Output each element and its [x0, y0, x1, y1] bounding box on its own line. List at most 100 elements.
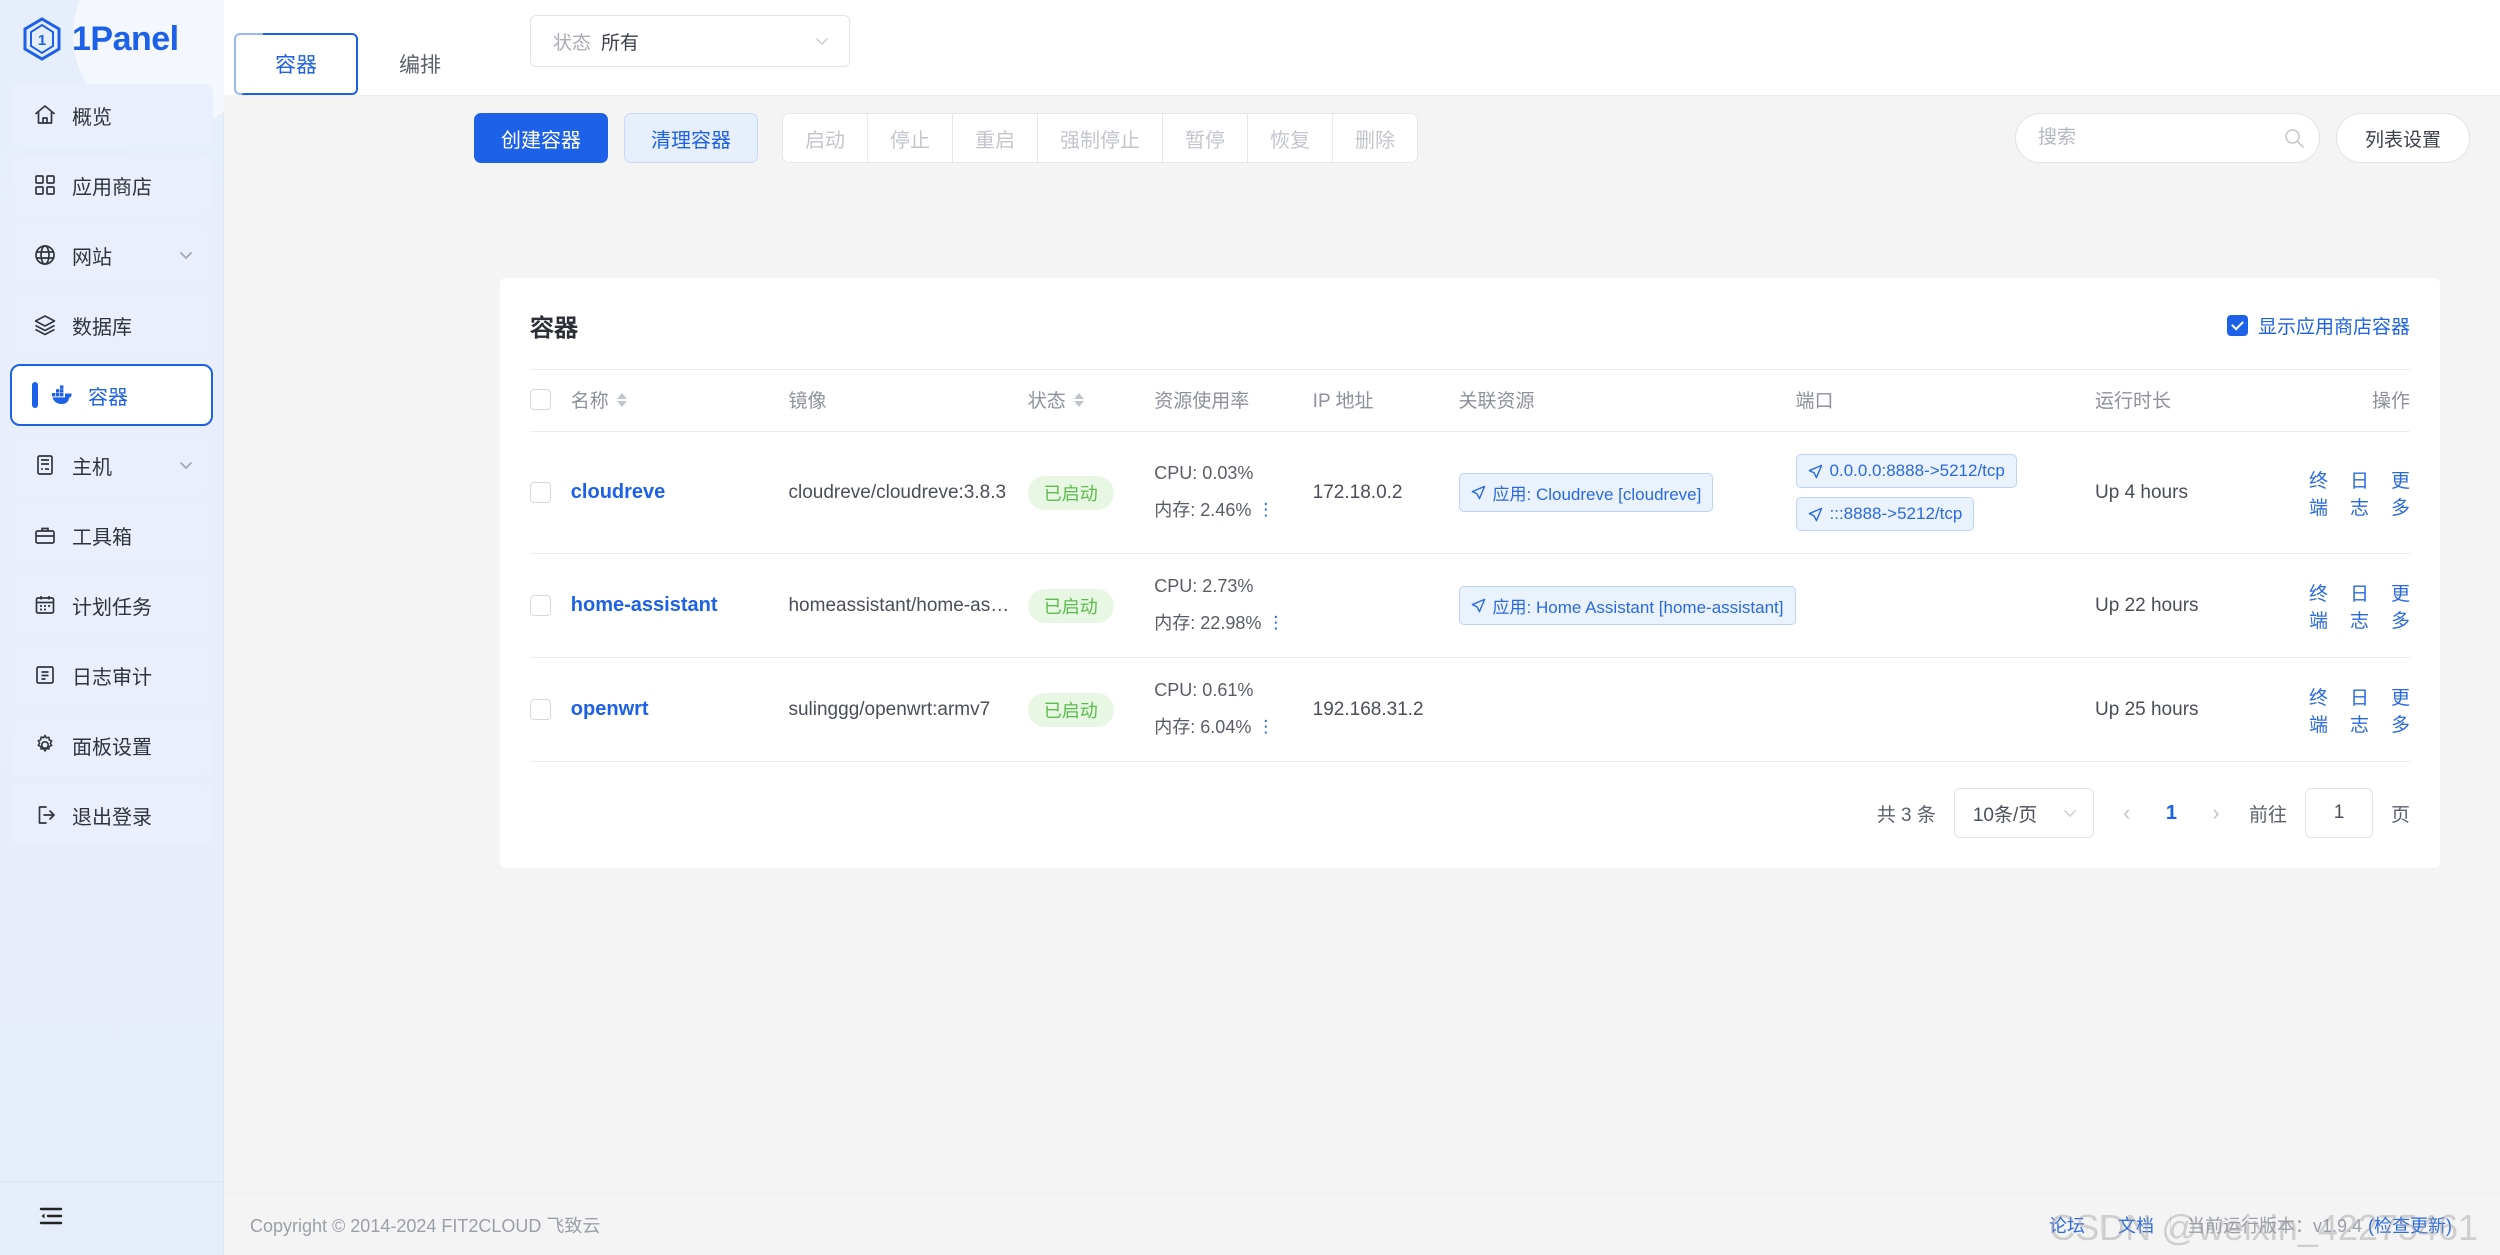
select-all-checkbox[interactable] — [530, 389, 551, 410]
resume-button[interactable]: 恢复 — [1247, 113, 1332, 163]
cell-resources: 应用: Cloudreve [cloudreve] — [1458, 431, 1796, 554]
sidebar-item-settings[interactable]: 面板设置 — [10, 714, 213, 776]
cell-name[interactable]: openwrt — [570, 657, 789, 762]
start-button[interactable]: 启动 — [782, 113, 867, 163]
sidebar-item-cron[interactable]: 计划任务 — [10, 574, 213, 636]
sidebar-item-website[interactable]: 网站 — [10, 224, 213, 286]
stop-button[interactable]: 停止 — [867, 113, 952, 163]
page-size-select[interactable]: 10条/页 — [1953, 788, 2094, 838]
resource-tag[interactable]: 应用: Home Assistant [home-assistant] — [1458, 586, 1796, 625]
more-link[interactable]: 更多 — [2391, 466, 2410, 520]
sidebar-item-container[interactable]: 容器 — [10, 364, 213, 426]
more-link[interactable]: 更多 — [2391, 683, 2410, 737]
row-checkbox[interactable] — [530, 699, 551, 720]
more-usage-icon[interactable]: ⋮ — [1257, 718, 1274, 735]
sidebar-item-label: 数据库 — [72, 316, 132, 339]
page-footer: Copyright © 2014-2024 FIT2CLOUD 飞致云 论坛 文… — [224, 1193, 2500, 1255]
clean-container-button[interactable]: 清理容器 — [624, 113, 758, 163]
port-tag[interactable]: 0.0.0.0:8888->5212/tcp — [1795, 454, 2017, 488]
logs-link[interactable]: 日志 — [2350, 683, 2369, 737]
th-name[interactable]: 名称 — [570, 369, 789, 432]
action-toolbar: 创建容器 清理容器 启动 停止 重启 强制停止 暂停 恢复 删除 搜索 列表设置 — [224, 96, 2500, 180]
cell-image: cloudreve/cloudreve:3.8.3 — [788, 431, 1028, 554]
resource-tag[interactable]: 应用: Cloudreve [cloudreve] — [1458, 473, 1714, 512]
container-table: 名称 镜像 状态 资源使用率 IP 地址 关联资源 端口 运行时长 操作 clo… — [530, 369, 2410, 762]
prev-page-button[interactable]: ‹ — [2112, 800, 2142, 826]
show-store-containers-toggle[interactable]: 显示应用商店容器 — [2226, 312, 2410, 339]
cell-name[interactable]: home-assistant — [570, 553, 789, 658]
sidebar-item-toolbox[interactable]: 工具箱 — [10, 504, 213, 566]
status-badge: 已启动 — [1027, 692, 1114, 727]
logs-link[interactable]: 日志 — [2350, 579, 2369, 633]
docs-link[interactable]: 文档 — [2102, 1212, 2170, 1238]
th-select-all[interactable] — [530, 369, 571, 432]
page-number-1[interactable]: 1 — [2160, 802, 2183, 825]
row-checkbox[interactable] — [530, 595, 551, 616]
logs-link[interactable]: 日志 — [2350, 466, 2369, 520]
status-filter-select[interactable]: 状态 所有 — [530, 15, 850, 67]
next-page-button[interactable]: › — [2201, 800, 2231, 826]
search-icon[interactable] — [2283, 127, 2305, 149]
forum-link[interactable]: 论坛 — [2033, 1212, 2101, 1238]
mem-usage: 内存: 22.98% — [1154, 613, 1262, 633]
sort-icon[interactable] — [1073, 392, 1084, 407]
sidebar-item-label: 计划任务 — [72, 596, 152, 619]
card-header: 容器 显示应用商店容器 — [530, 304, 2410, 369]
bulk-action-group: 启动 停止 重启 强制停止 暂停 恢复 删除 — [782, 113, 1418, 163]
chevron-down-icon — [177, 246, 195, 264]
chevron-down-icon — [813, 32, 831, 50]
sidebar-item-host[interactable]: 主机 — [10, 434, 213, 496]
create-container-button[interactable]: 创建容器 — [474, 113, 608, 163]
pause-button[interactable]: 暂停 — [1162, 113, 1247, 163]
sidebar-item-database[interactable]: 数据库 — [10, 294, 213, 356]
terminal-link[interactable]: 终端 — [2309, 466, 2328, 520]
goto-page-input[interactable] — [2304, 788, 2373, 838]
container-name-link[interactable]: home-assistant — [571, 594, 718, 616]
terminal-link[interactable]: 终端 — [2309, 683, 2328, 737]
sidebar-item-app-store[interactable]: 应用商店 — [10, 154, 213, 216]
checkbox-checked-icon[interactable] — [2226, 315, 2248, 336]
cell-uptime: Up 22 hours — [2095, 553, 2309, 658]
brand-logo[interactable]: 1 1Panel — [0, 0, 223, 78]
sidebar-item-logout[interactable]: 退出登录 — [10, 784, 213, 846]
resource-tag-label: 应用: Home Assistant [home-assistant] — [1492, 598, 1784, 617]
mem-usage: 内存: 6.04% — [1154, 717, 1252, 737]
sidebar-item-logs[interactable]: 日志审计 — [10, 644, 213, 706]
container-name-link[interactable]: cloudreve — [571, 481, 665, 503]
more-link[interactable]: 更多 — [2391, 579, 2410, 633]
status-filter-value: 所有 — [601, 32, 640, 54]
search-input[interactable] — [2037, 127, 2283, 149]
more-usage-icon[interactable]: ⋮ — [1267, 614, 1284, 631]
collapse-sidebar-icon[interactable] — [38, 1205, 64, 1232]
cell-usage: CPU: 0.61% 内存: 6.04% ⋮ — [1154, 657, 1313, 762]
th-status[interactable]: 状态 — [1027, 369, 1155, 432]
cell-select[interactable] — [530, 553, 571, 658]
th-label: 资源使用率 — [1154, 391, 1250, 412]
th-resources: 关联资源 — [1458, 369, 1796, 432]
sidebar-collapse-row[interactable] — [0, 1181, 223, 1255]
sidebar-item-overview[interactable]: 概览 — [10, 84, 213, 146]
cell-image: sulinggg/openwrt:armv7 — [788, 657, 1028, 762]
delete-button[interactable]: 删除 — [1332, 113, 1418, 163]
restart-button[interactable]: 重启 — [952, 113, 1037, 163]
cell-select[interactable] — [530, 431, 571, 554]
table-header-row: 名称 镜像 状态 资源使用率 IP 地址 关联资源 端口 运行时长 操作 — [530, 369, 2410, 432]
force-stop-button[interactable]: 强制停止 — [1037, 113, 1162, 163]
list-settings-button[interactable]: 列表设置 — [2335, 113, 2470, 163]
search-box[interactable] — [2014, 113, 2320, 163]
more-usage-icon[interactable]: ⋮ — [1257, 501, 1274, 518]
table-body: cloudreve cloudreve/cloudreve:3.8.3 已启动 … — [530, 431, 2410, 762]
terminal-link[interactable]: 终端 — [2309, 579, 2328, 633]
row-checkbox[interactable] — [530, 482, 551, 503]
check-update-link[interactable]: (检查更新) — [2362, 1212, 2468, 1238]
goto-label: 前往 — [2248, 804, 2287, 826]
sidebar-item-label: 网站 — [72, 246, 112, 269]
sort-icon[interactable] — [616, 392, 627, 407]
port-tag[interactable]: :::8888->5212/tcp — [1795, 497, 1975, 531]
globe-icon — [32, 242, 58, 268]
version-text: 当前运行版本：v1.9.4 — [2186, 1215, 2362, 1236]
cell-select[interactable] — [530, 657, 571, 762]
cell-name[interactable]: cloudreve — [570, 431, 789, 554]
sidebar-item-label: 面板设置 — [72, 736, 152, 759]
container-name-link[interactable]: openwrt — [571, 698, 649, 720]
